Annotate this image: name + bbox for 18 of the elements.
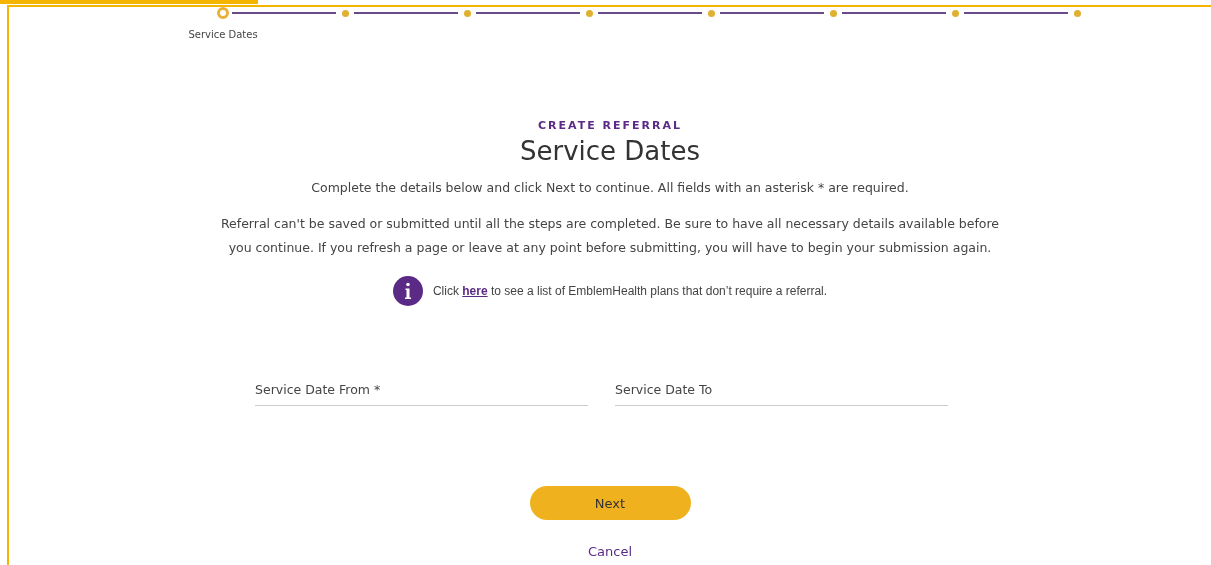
step-marker[interactable]: [951, 10, 959, 17]
step-marker[interactable]: [585, 10, 593, 17]
next-button[interactable]: Next: [529, 486, 691, 520]
instruction-text: Referral can't be saved or submitted until all the steps are completed. Be sure to have all necessary details available before you continue. If you refresh a page or leave at any point before submitting, you will have to begin your submission again.: [219, 215, 1001, 257]
instruction-text: Complete the details below and click Next to continue. All fields with an asterisk * are required.: [311, 179, 909, 197]
info-text: Click here to see a list of EmblemHealth plans that don’t require a referral.: [432, 284, 828, 298]
step-marker[interactable]: [341, 10, 349, 17]
page-title: Service Dates: [519, 136, 700, 166]
step-marker[interactable]: [463, 10, 471, 17]
info-icon: [392, 276, 423, 306]
step-marker[interactable]: [707, 10, 715, 17]
cancel-link[interactable]: Cancel: [587, 544, 632, 559]
eyebrow-text: CREATE REFERRAL: [537, 119, 682, 132]
current-step-marker[interactable]: [217, 7, 229, 19]
step-label: Service Dates: [188, 29, 258, 40]
step-marker[interactable]: [1073, 10, 1081, 17]
plans-link[interactable]: here: [462, 284, 488, 298]
step-marker[interactable]: [829, 10, 837, 17]
